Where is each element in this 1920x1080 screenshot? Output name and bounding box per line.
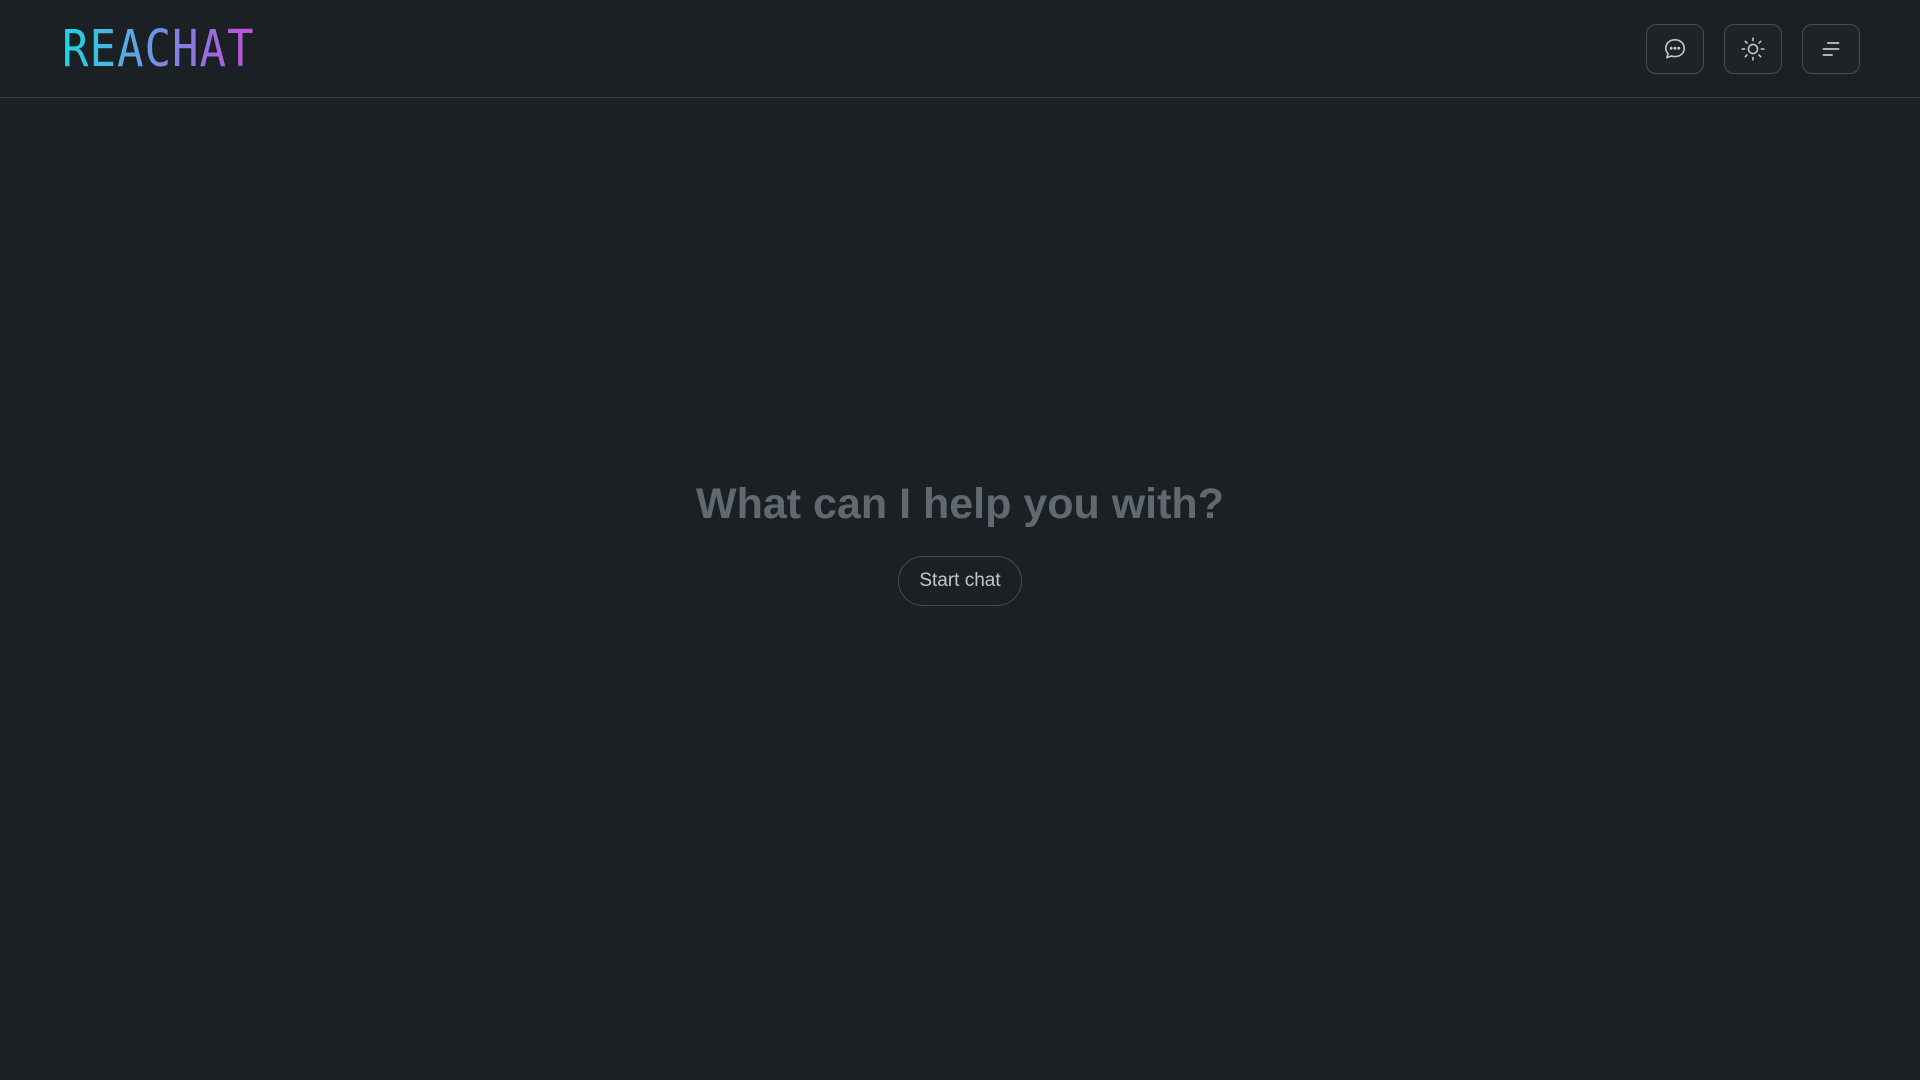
- chat-bubble-icon: [1662, 36, 1688, 62]
- header-actions: [1646, 24, 1860, 74]
- menu-button[interactable]: [1802, 24, 1860, 74]
- welcome-headline: What can I help you with?: [696, 480, 1224, 528]
- top-bar: REACHAT: [0, 0, 1920, 98]
- logo[interactable]: REACHAT: [62, 20, 271, 78]
- sun-icon: [1740, 36, 1766, 62]
- theme-toggle-button[interactable]: [1724, 24, 1782, 74]
- start-chat-button[interactable]: Start chat: [898, 556, 1022, 606]
- chat-button[interactable]: [1646, 24, 1704, 74]
- welcome-panel: What can I help you with? Start chat: [0, 474, 1920, 606]
- menu-icon: [1818, 36, 1844, 62]
- logo-text: REACHAT: [62, 19, 255, 79]
- app-root: REACHAT What can I help you with? Start …: [0, 0, 1920, 1080]
